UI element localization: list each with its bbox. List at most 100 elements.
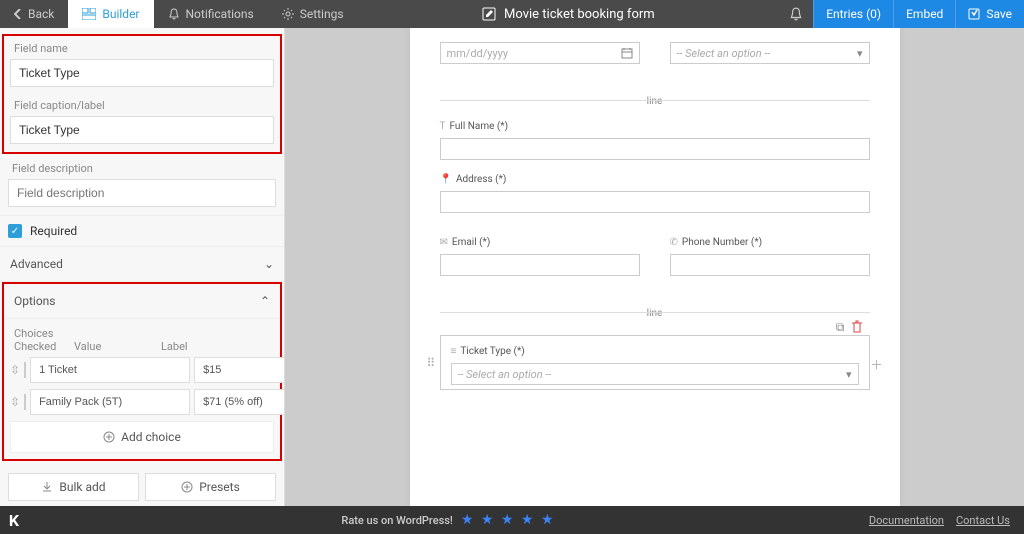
- footer: K Rate us on WordPress! ★ ★ ★ ★ ★ Docume…: [0, 506, 1024, 534]
- choice-value-input[interactable]: [30, 357, 190, 383]
- choice-label-input[interactable]: [194, 357, 285, 383]
- choices-header: Checked Value Label: [10, 340, 274, 357]
- field-name-label: Field name: [10, 40, 274, 59]
- alert-bell[interactable]: [779, 7, 813, 21]
- field-settings-panel: Field name Field caption/label Field des…: [0, 28, 285, 506]
- tab-notifications[interactable]: Notifications: [154, 0, 268, 28]
- phone-input[interactable]: [670, 254, 870, 276]
- accordion-advanced[interactable]: Advanced ⌄: [0, 247, 284, 282]
- save-icon: [968, 8, 980, 20]
- divider: [440, 312, 870, 313]
- field-desc-input[interactable]: [8, 179, 276, 207]
- entries-label: Entries (0): [826, 7, 881, 21]
- field-desc-label: Field description: [8, 160, 276, 179]
- presets-label: Presets: [199, 480, 240, 494]
- col-label: Label: [155, 340, 242, 353]
- form-preview: mm/dd/yyyy -- Select an option -- ▾ line: [410, 28, 900, 506]
- choice-row: ⇳: [10, 389, 274, 415]
- drag-handle-icon[interactable]: ⇳: [10, 395, 20, 409]
- bell-icon: [168, 8, 180, 20]
- choice-label-input[interactable]: [194, 389, 285, 415]
- field-caption-label: Field caption/label: [10, 97, 274, 116]
- highlight-box-name: Field name Field caption/label: [2, 34, 282, 154]
- top-nav: Back Builder Notifications Settings Movi…: [0, 0, 1024, 28]
- chevron-left-icon: [14, 9, 22, 19]
- field-label-phone: Phone Number (*): [682, 237, 762, 248]
- trash-icon[interactable]: [851, 320, 863, 335]
- checkbox-required[interactable]: ✓: [8, 224, 22, 238]
- title-area: Movie ticket booking form: [358, 7, 780, 22]
- gear-icon: [282, 8, 294, 20]
- divider-label: line: [639, 96, 671, 107]
- choice-checkbox[interactable]: [24, 394, 26, 410]
- tab-builder[interactable]: Builder: [68, 0, 153, 28]
- field-label-address: Address (*): [456, 174, 506, 185]
- drag-handle-icon[interactable]: ⇳: [10, 363, 20, 377]
- required-row[interactable]: ✓ Required: [0, 215, 284, 247]
- back-button[interactable]: Back: [0, 0, 68, 28]
- date-placeholder: mm/dd/yyyy: [447, 47, 509, 60]
- address-input[interactable]: [440, 191, 870, 213]
- list-icon: ≡: [451, 346, 457, 357]
- col-checked: Checked: [14, 340, 68, 353]
- brand-logo[interactable]: K: [0, 511, 28, 530]
- choice-checkbox[interactable]: [24, 362, 26, 378]
- field-label-fullname: Full Name (*): [449, 121, 508, 132]
- select-input[interactable]: -- Select an option -- ▾: [670, 42, 870, 64]
- plus-circle-icon: [181, 481, 193, 493]
- options-label: Options: [14, 294, 56, 308]
- save-label: Save: [986, 7, 1012, 21]
- select-placeholder: -- Select an option --: [458, 368, 552, 381]
- form-title[interactable]: Movie ticket booking form: [504, 7, 655, 22]
- text-icon: T: [440, 121, 446, 132]
- choice-value-input[interactable]: [30, 389, 190, 415]
- required-label: Required: [30, 224, 77, 238]
- field-caption-input[interactable]: [10, 116, 274, 144]
- choice-row: ⇳: [10, 357, 274, 383]
- back-label: Back: [28, 7, 54, 21]
- save-button[interactable]: Save: [955, 0, 1024, 28]
- chevron-up-icon: ⌃: [260, 294, 270, 308]
- divider-label: line: [639, 308, 671, 319]
- entries-button[interactable]: Entries (0): [813, 0, 893, 28]
- email-input[interactable]: [440, 254, 640, 276]
- notifications-label: Notifications: [186, 7, 254, 21]
- chevron-down-icon: ▾: [846, 368, 852, 381]
- copy-icon[interactable]: ⧉: [836, 320, 845, 335]
- builder-icon: [82, 8, 96, 20]
- divider: [440, 100, 870, 101]
- bulk-add-label: Bulk add: [59, 480, 105, 494]
- choices-title: Choices: [10, 325, 274, 340]
- rate-label: Rate us on WordPress!: [341, 514, 452, 527]
- selected-field-wrapper[interactable]: ⠿ ＋ ⧉ ≡Ticket Type (*) -- Select an opti…: [440, 335, 870, 390]
- presets-button[interactable]: Presets: [145, 473, 276, 501]
- embed-label: Embed: [906, 7, 943, 21]
- tab-settings[interactable]: Settings: [268, 0, 358, 28]
- fullname-input[interactable]: [440, 138, 870, 160]
- rating-stars[interactable]: ★ ★ ★ ★ ★: [461, 512, 556, 528]
- bulk-row: Bulk add Presets: [0, 467, 284, 506]
- doc-link[interactable]: Documentation: [869, 514, 944, 527]
- edit-icon[interactable]: [482, 7, 496, 21]
- calendar-icon: [621, 47, 633, 59]
- settings-label: Settings: [300, 7, 344, 21]
- date-input[interactable]: mm/dd/yyyy: [440, 42, 640, 64]
- field-label-email: Email (*): [452, 237, 490, 248]
- contact-link[interactable]: Contact Us: [956, 514, 1010, 527]
- bulk-add-button[interactable]: Bulk add: [8, 473, 139, 501]
- add-choice-button[interactable]: Add choice: [10, 421, 274, 453]
- drag-handle-icon[interactable]: ⠿: [427, 356, 436, 370]
- field-name-input[interactable]: [10, 59, 274, 87]
- embed-button[interactable]: Embed: [893, 0, 955, 28]
- field-label-tickettype: Ticket Type (*): [460, 346, 524, 357]
- col-value: Value: [68, 340, 155, 353]
- mail-icon: ✉: [440, 237, 448, 248]
- bell-icon: [789, 7, 803, 21]
- add-column-icon[interactable]: ＋: [870, 356, 882, 373]
- download-icon: [41, 481, 53, 493]
- tickettype-select[interactable]: -- Select an option -- ▾: [451, 363, 859, 385]
- builder-label: Builder: [102, 7, 139, 21]
- plus-circle-icon: [103, 431, 115, 443]
- phone-icon: ✆: [670, 237, 678, 248]
- accordion-options[interactable]: Options ⌃: [4, 284, 280, 319]
